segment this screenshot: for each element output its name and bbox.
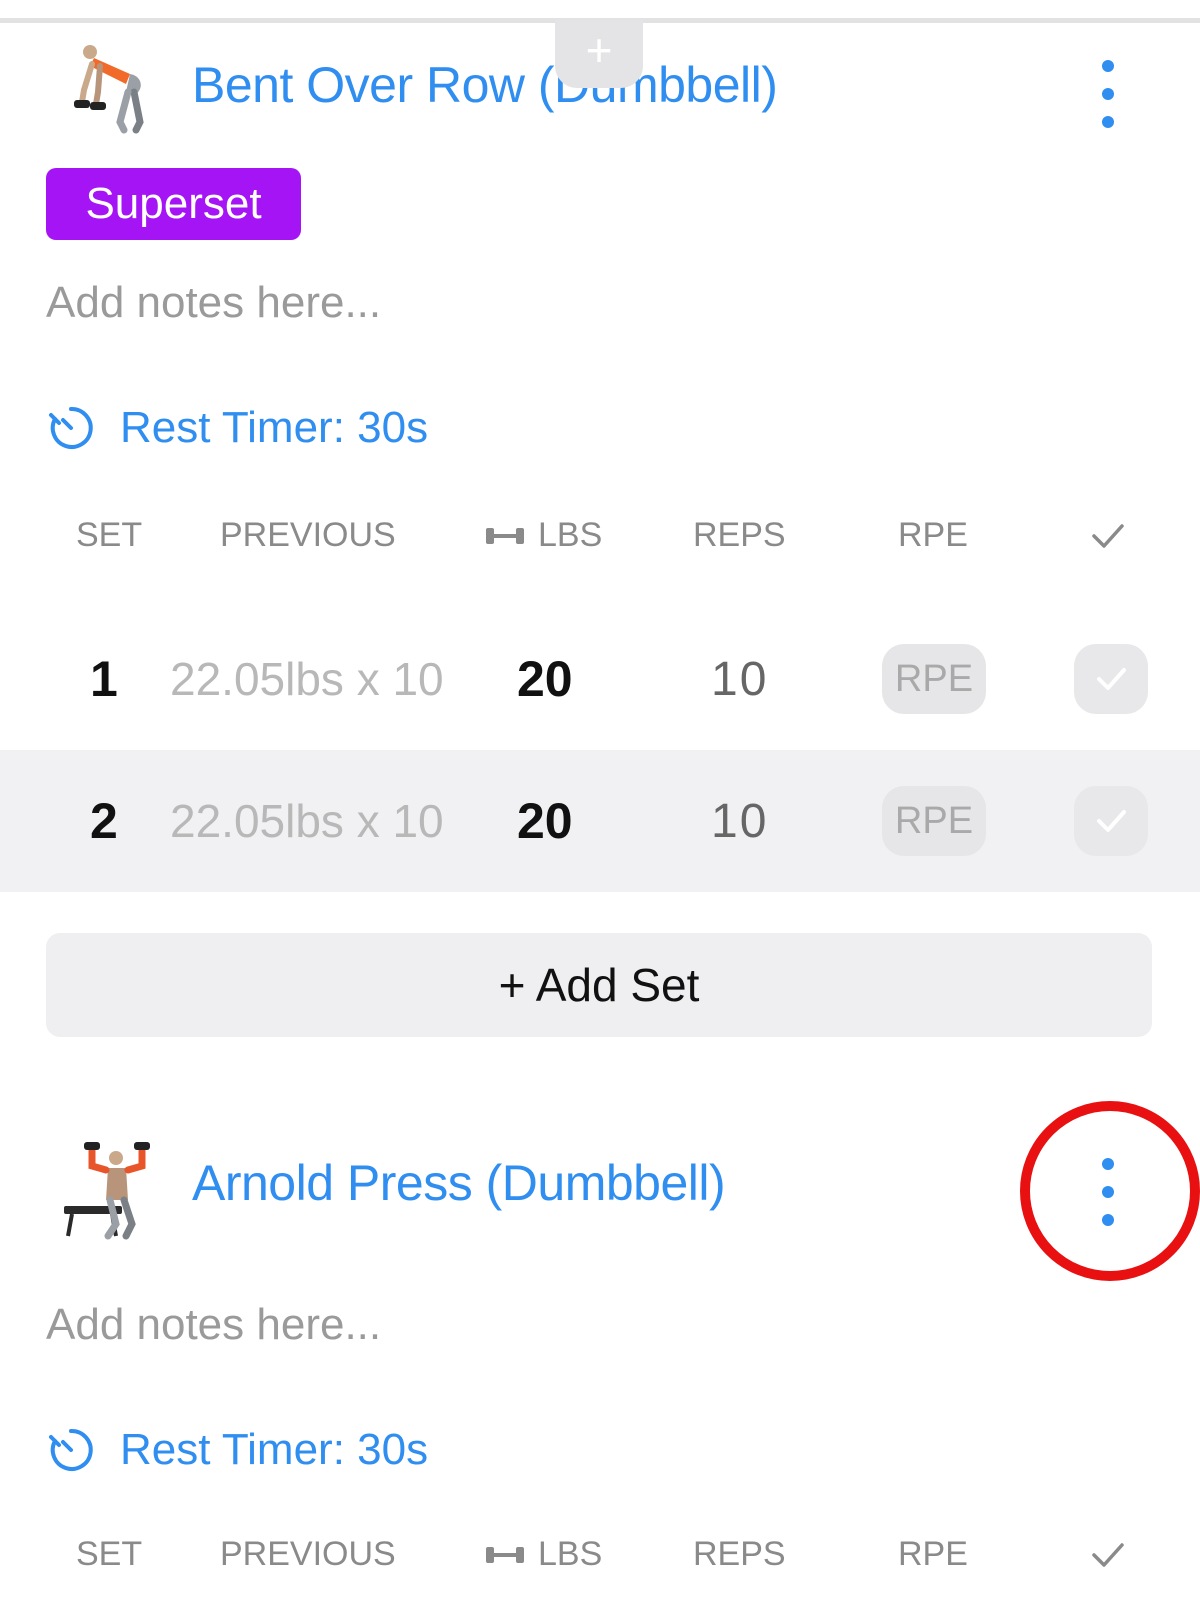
add-set-button[interactable]: + Add Set — [46, 933, 1152, 1037]
exercise-thumbnail[interactable] — [46, 30, 166, 150]
exercise-title[interactable]: Arnold Press (Dumbbell) — [192, 1154, 726, 1212]
checkmark-icon — [1092, 1543, 1124, 1567]
checkmark-icon — [1097, 668, 1126, 690]
stopwatch-icon — [49, 1428, 93, 1471]
exercise-menu-button[interactable] — [1080, 54, 1136, 134]
dumbbell-icon — [486, 527, 524, 544]
bent-over-row-figure-icon — [74, 45, 144, 134]
rest-timer-button[interactable]: Rest Timer: 30s — [46, 1420, 428, 1480]
rpe-button[interactable]: RPE — [882, 644, 986, 714]
previous-value[interactable]: 22.05lbs x 10 — [170, 608, 444, 750]
complete-set-button[interactable] — [1074, 786, 1148, 856]
exercise-menu-button[interactable] — [1080, 1152, 1136, 1232]
add-exercise-tab[interactable]: + — [555, 20, 643, 88]
column-set: SET — [76, 516, 143, 554]
set-row: 2 22.05lbs x 10 20 10 RPE — [0, 750, 1200, 892]
set-row: 1 22.05lbs x 10 20 10 RPE — [0, 608, 1200, 750]
column-reps: REPS — [693, 1535, 786, 1573]
rest-timer-label: Rest Timer: 30s — [120, 403, 429, 452]
column-complete — [1088, 516, 1128, 565]
column-rpe: RPE — [898, 1535, 968, 1573]
column-rpe: RPE — [898, 516, 968, 554]
arnold-press-figure-icon — [64, 1142, 150, 1240]
set-number[interactable]: 2 — [90, 750, 118, 892]
column-previous: PREVIOUS — [220, 516, 396, 554]
set-number[interactable]: 1 — [90, 608, 118, 750]
previous-value[interactable]: 22.05lbs x 10 — [170, 750, 444, 892]
column-lbs-label: LBS — [538, 516, 603, 554]
notes-input[interactable]: Add notes here... — [46, 278, 381, 328]
rpe-button[interactable]: RPE — [882, 786, 986, 856]
column-lbs-label: LBS — [538, 1535, 603, 1573]
reps-input[interactable]: 10 — [711, 608, 768, 750]
stopwatch-icon — [49, 406, 93, 449]
column-set: SET — [76, 1535, 143, 1573]
reps-input[interactable]: 10 — [711, 750, 768, 892]
checkmark-icon — [1097, 810, 1126, 832]
notes-input[interactable]: Add notes here... — [46, 1300, 381, 1350]
column-lbs: LBS — [484, 1535, 602, 1574]
column-previous: PREVIOUS — [220, 1535, 396, 1573]
vertical-ellipsis-icon — [1102, 1158, 1114, 1170]
exercise-header: Arnold Press (Dumbbell) — [0, 1128, 1200, 1248]
rest-timer-button[interactable]: Rest Timer: 30s — [46, 398, 428, 458]
set-table-header: SET PREVIOUS LBS REPS RPE — [0, 1535, 1200, 1585]
checkmark-icon — [1092, 524, 1124, 548]
exercise-title[interactable]: Bent Over Row (Dumbbell) — [192, 56, 778, 114]
exercise-thumbnail[interactable] — [46, 1128, 166, 1248]
superset-badge[interactable]: Superset — [46, 168, 301, 240]
complete-set-button[interactable] — [1074, 644, 1148, 714]
column-complete — [1088, 1535, 1128, 1584]
lbs-input[interactable]: 20 — [517, 750, 573, 892]
column-reps: REPS — [693, 516, 786, 554]
plus-icon: + — [585, 24, 613, 76]
column-lbs: LBS — [484, 516, 602, 555]
lbs-input[interactable]: 20 — [517, 608, 573, 750]
dumbbell-icon — [486, 1546, 524, 1563]
set-table-header: SET PREVIOUS LBS REPS RPE — [0, 516, 1200, 566]
vertical-ellipsis-icon — [1102, 60, 1114, 72]
rest-timer-label: Rest Timer: 30s — [120, 1425, 429, 1474]
